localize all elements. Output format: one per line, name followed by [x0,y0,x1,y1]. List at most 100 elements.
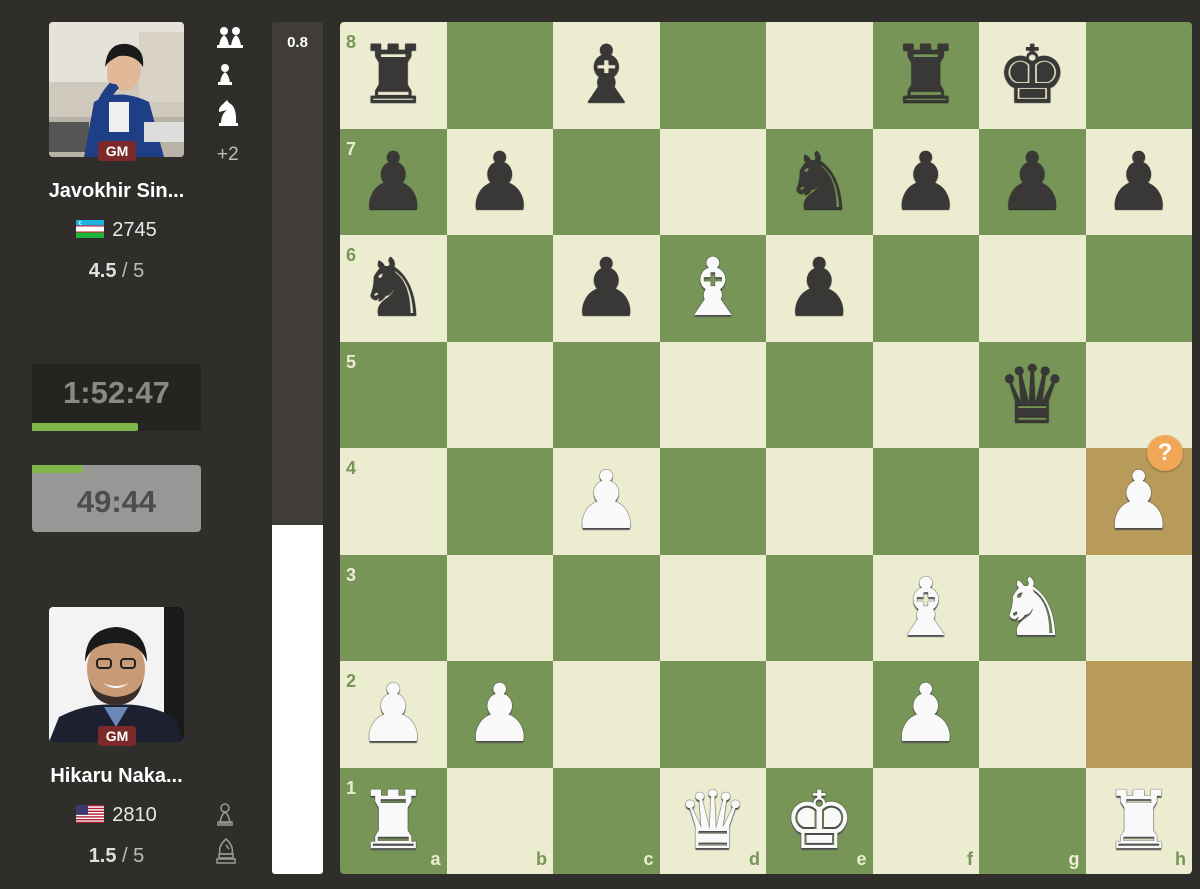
square-f1[interactable]: f [872,767,979,874]
square-a7[interactable]: 7 ♟ [340,128,447,236]
square-d8[interactable] [659,22,766,129]
white-king-icon[interactable]: ♚ [766,768,873,875]
square-g3[interactable]: ♞ [979,554,1086,662]
square-h8[interactable] [1085,22,1192,129]
square-f3[interactable]: ♝ [872,554,980,662]
black-pawn-icon[interactable]: ♟ [766,235,873,342]
black-queen-icon[interactable]: ♛ [979,342,1086,449]
square-a8[interactable]: 8 ♜ [340,22,447,129]
square-b3[interactable] [446,554,553,661]
black-knight-icon[interactable]: ♞ [766,129,873,236]
top-player-rating: 2745 [112,219,157,241]
white-pawn-icon[interactable]: ♟ [553,448,660,555]
square-h5[interactable] [1085,341,1192,448]
white-pawn-icon[interactable]: ♟ [447,661,554,768]
black-pawn-icon[interactable]: ♟ [873,129,980,236]
square-g5[interactable]: ♛ [979,341,1086,449]
square-e3[interactable] [766,554,873,661]
square-g2[interactable] [979,661,1086,768]
black-pawn-icon[interactable]: ♟ [553,235,660,342]
square-c1[interactable]: c [553,767,660,874]
square-b4[interactable] [446,448,553,555]
square-e5[interactable] [766,341,873,448]
white-rook-icon[interactable]: ♜ [1086,768,1193,875]
square-h2[interactable] [1085,661,1192,768]
square-e4[interactable] [766,448,873,555]
top-player-score-total: / 5 [116,260,145,282]
square-c8[interactable]: ♝ [553,22,660,129]
square-h3[interactable] [1085,554,1192,661]
square-b2[interactable]: ♟ [446,661,554,768]
bottom-clock-time: 49:44 [76,484,157,519]
square-f5[interactable] [872,341,979,448]
square-b5[interactable] [446,341,553,448]
square-e2[interactable] [766,661,873,768]
black-knight-icon[interactable]: ♞ [340,235,447,342]
square-d6[interactable]: ♝ [659,235,767,342]
file-label: c [643,849,654,869]
top-player-score-value: 4.5 [88,260,117,282]
black-bishop-icon[interactable]: ♝ [553,22,660,129]
square-g1[interactable]: g [979,767,1086,874]
square-a2[interactable]: 2 ♟ [340,661,447,768]
white-pawn-icon[interactable]: ♟ [873,661,980,768]
square-c7[interactable] [553,128,660,235]
top-player-name[interactable]: Javokhir Sin... [20,180,213,203]
square-a4[interactable]: 4 [340,448,447,555]
white-rook-icon[interactable]: ♜ [340,768,447,875]
white-bishop-icon[interactable]: ♝ [660,235,767,342]
square-f7[interactable]: ♟ [872,128,980,236]
square-a3[interactable]: 3 [340,554,447,661]
white-bishop-icon[interactable]: ♝ [873,555,980,662]
square-e7[interactable]: ♞ [766,128,873,236]
square-f6[interactable] [872,235,979,342]
square-h7[interactable]: ♟ [1085,128,1193,236]
chess-board[interactable]: 8 ♜ ♝ ♜ ♚ 7 ♟ ♟ ♞ ♟ ♟ ♟ 6 ♞ ♟ ♝ ♟ 5 ♛ 4 ♟ ♟ 3 ♝ ♞ 2 ♟ ♟ ♟ 1 a ♜ b c d ♛ e ♚ f g… [340,22,1192,874]
square-e8[interactable] [766,22,873,129]
square-c3[interactable] [553,554,660,661]
square-b8[interactable] [446,22,553,129]
square-g4[interactable] [979,448,1086,555]
square-g6[interactable] [979,235,1086,342]
square-a1[interactable]: 1 a ♜ [340,767,447,875]
uzbekistan-flag-icon [76,220,105,238]
square-h1[interactable]: h ♜ [1085,767,1193,875]
square-g7[interactable]: ♟ [979,128,1086,236]
square-a6[interactable]: 6 ♞ [340,235,447,342]
square-f8[interactable]: ♜ [872,22,980,129]
black-rook-icon[interactable]: ♜ [873,22,980,129]
square-c5[interactable] [553,341,660,448]
square-f2[interactable]: ♟ [872,661,980,768]
square-a5[interactable]: 5 [340,341,447,448]
square-b7[interactable]: ♟ [446,128,554,236]
square-c4[interactable]: ♟ [553,448,660,555]
white-queen-icon[interactable]: ♛ [660,768,767,875]
bottom-player-name[interactable]: Hikaru Naka... [20,765,213,788]
white-knight-icon[interactable]: ♞ [979,555,1086,662]
black-pawn-icon[interactable]: ♟ [979,129,1086,236]
black-pawn-icon[interactable]: ♟ [1086,129,1193,236]
square-d1[interactable]: d ♛ [659,767,767,875]
black-rook-icon[interactable]: ♜ [340,22,447,129]
square-g8[interactable]: ♚ [979,22,1086,129]
black-pawn-icon[interactable]: ♟ [447,129,554,236]
square-d2[interactable] [659,661,766,768]
square-e1[interactable]: e ♚ [766,767,873,875]
square-c2[interactable] [553,661,660,768]
square-e6[interactable]: ♟ [766,235,873,342]
square-b1[interactable]: b [446,767,553,874]
square-d5[interactable] [659,341,766,448]
square-f4[interactable] [872,448,979,555]
white-pawn-icon[interactable]: ♟ [340,661,447,768]
square-b6[interactable] [446,235,553,342]
top-player-avatar[interactable] [49,22,184,157]
bottom-player-avatar[interactable] [49,607,184,742]
square-h6[interactable] [1085,235,1192,342]
square-c6[interactable]: ♟ [553,235,660,342]
evaluation-bar[interactable]: 0.8 [272,22,323,874]
square-d4[interactable] [659,448,766,555]
black-pawn-icon[interactable]: ♟ [340,129,447,236]
square-d3[interactable] [659,554,766,661]
black-king-icon[interactable]: ♚ [979,22,1086,129]
square-d7[interactable] [659,128,766,235]
